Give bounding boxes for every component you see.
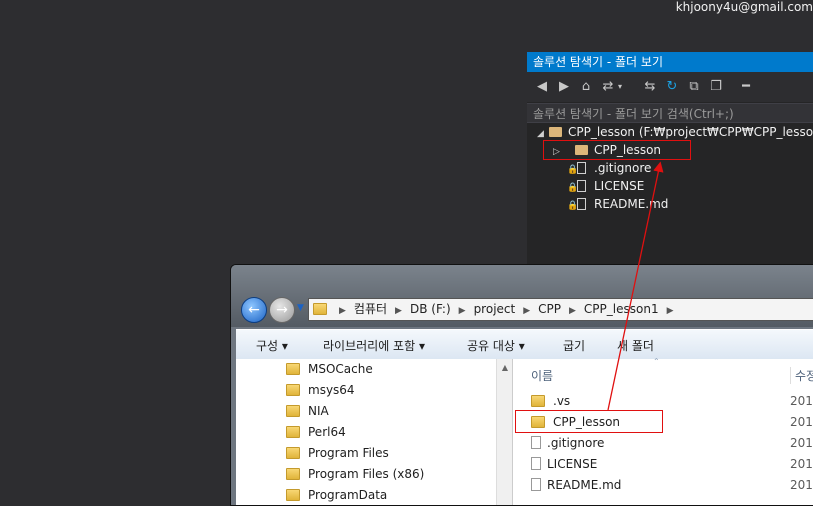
annotation-arrow — [607, 161, 664, 411]
